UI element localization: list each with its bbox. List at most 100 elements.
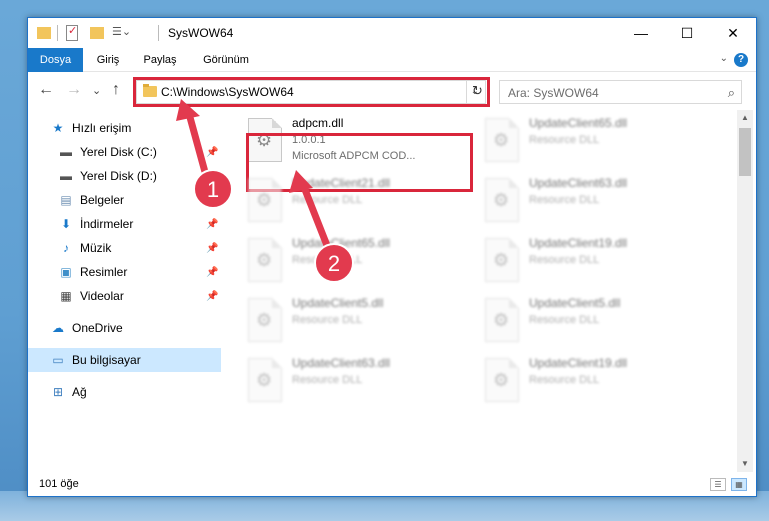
file-name: UpdateClient63.dll [529, 176, 628, 190]
pin-icon[interactable]: 📌 [206, 267, 218, 278]
sidebar-item-downloads[interactable]: ⬇ İndirmeler 📌 [28, 212, 221, 236]
properties-icon[interactable]: ✓ [66, 25, 78, 41]
file-name: UpdateClient21.dll [292, 176, 391, 190]
gear-icon: ⚙ [256, 250, 273, 270]
sidebar-item-network[interactable]: ⊞ Ağ [28, 380, 221, 404]
file-description: Resource DLL [529, 254, 600, 266]
file-name: UpdateClient19.dll [529, 236, 628, 250]
scroll-up-icon[interactable]: ▲ [737, 110, 753, 126]
pin-icon[interactable]: 📌 [206, 147, 218, 158]
search-input[interactable]: Ara: SysWOW64 [508, 86, 599, 100]
gear-icon: ⚙ [493, 370, 510, 390]
address-highlight [133, 77, 490, 107]
gear-icon: ⚙ [256, 190, 273, 210]
sidebar-item-label: Resimler [80, 265, 128, 279]
gear-icon: ⚙ [493, 130, 510, 150]
pin-icon[interactable]: 📌 [206, 219, 218, 230]
pictures-icon: ▣ [60, 265, 72, 279]
file-description: Resource DLL [529, 134, 600, 146]
forward-button[interactable]: → [66, 82, 82, 98]
file-description: Resource DLL [292, 314, 363, 326]
gear-icon: ⚙ [493, 310, 510, 330]
sidebar-item-label: Bu bilgisayar [72, 353, 141, 367]
gear-icon: ⚙ [493, 190, 510, 210]
ribbon-expand-icon[interactable]: ⌄ [720, 53, 728, 64]
pin-icon[interactable]: 📌 [206, 243, 218, 254]
item-count: 101 öğe [39, 478, 79, 490]
file-name: UpdateClient65.dll [292, 236, 391, 250]
gear-icon: ⚙ [256, 370, 273, 390]
file-name: UpdateClient19.dll [529, 356, 628, 370]
sidebar-item-label: Ağ [72, 385, 87, 399]
minimize-button[interactable]: — [618, 18, 664, 48]
tab-paylas[interactable]: Paylaş [134, 48, 186, 72]
up-button[interactable]: ↑ [112, 82, 120, 98]
computer-icon: ▭ [52, 353, 64, 367]
close-button[interactable]: ✕ [710, 18, 756, 48]
file-explorer-window: ✓ ☰⌄ SysWOW64 — ☐ ✕ Dosya Giriş Paylaş G… [27, 17, 757, 497]
file-name: UpdateClient5.dll [529, 296, 621, 310]
sidebar-item-disk-d[interactable]: ▬ Yerel Disk (D:) 📌 [28, 164, 221, 188]
tab-dosya[interactable]: Dosya [28, 48, 83, 72]
sidebar-item-pictures[interactable]: ▣ Resimler 📌 [28, 260, 221, 284]
file-item[interactable]: ⚙ UpdateClient65.dll Resource DLL [242, 234, 474, 290]
vertical-scrollbar[interactable]: ▲ ▼ [737, 110, 753, 472]
sidebar-item-label: OneDrive [72, 321, 123, 335]
customize-toolbar-icon[interactable]: ☰⌄ [112, 25, 138, 41]
network-icon: ⊞ [52, 385, 64, 399]
sidebar-item-quick-access[interactable]: ★ Hızlı erişim [28, 116, 221, 140]
file-item[interactable]: ⚙ UpdateClient19.dll Resource DLL [479, 234, 711, 290]
dll-file-icon: ⚙ [485, 298, 519, 342]
pin-icon[interactable]: 📌 [206, 195, 218, 206]
sidebar-item-videos[interactable]: ▦ Videolar 📌 [28, 284, 221, 308]
video-icon: ▦ [60, 289, 72, 303]
navigation-bar: ← → ⌄ ↑ C:\Windows\SysWOW64 ⌄ ↻ Ara: Sys… [28, 74, 756, 108]
help-icon[interactable]: ? [734, 53, 748, 67]
sidebar-item-label: İndirmeler [80, 217, 134, 231]
file-description: Resource DLL [292, 194, 363, 206]
sidebar-item-label: Videolar [80, 289, 124, 303]
large-icons-view-icon[interactable]: ▦ [731, 478, 747, 491]
navigation-pane: ★ Hızlı erişim ▬ Yerel Disk (C:) 📌 ▬ Yer… [28, 110, 223, 470]
dll-file-icon: ⚙ [248, 298, 282, 342]
file-item[interactable]: ⚙ UpdateClient63.dll Resource DLL [479, 174, 711, 230]
back-button[interactable]: ← [38, 82, 54, 98]
gear-icon: ⚙ [493, 250, 510, 270]
file-item[interactable]: ⚙ UpdateClient5.dll Resource DLL [242, 294, 474, 350]
scroll-thumb[interactable] [739, 128, 751, 176]
pin-icon[interactable]: 📌 [206, 171, 218, 182]
file-item[interactable]: ⚙ UpdateClient65.dll Resource DLL [479, 114, 711, 170]
pin-icon[interactable]: 📌 [206, 291, 218, 302]
window-title: SysWOW64 [168, 26, 234, 40]
divider [158, 25, 159, 41]
sidebar-item-onedrive[interactable]: ☁ OneDrive [28, 316, 221, 340]
status-bar: 101 öğe ☰ ▦ [28, 474, 756, 496]
sidebar-item-music[interactable]: ♪ Müzik 📌 [28, 236, 221, 260]
scroll-down-icon[interactable]: ▼ [737, 456, 753, 472]
details-view-icon[interactable]: ☰ [710, 478, 726, 491]
search-box[interactable]: Ara: SysWOW64 ⌕ [499, 80, 742, 104]
tab-giris[interactable]: Giriş [86, 48, 130, 72]
sidebar-item-this-pc[interactable]: ▭ Bu bilgisayar [28, 348, 221, 372]
file-description: Resource DLL [529, 374, 600, 386]
file-item[interactable]: ⚙ UpdateClient63.dll Resource DLL [242, 354, 474, 410]
drive-icon: ▬ [60, 169, 72, 183]
file-description: Resource DLL [529, 194, 600, 206]
search-icon[interactable]: ⌕ [728, 85, 735, 101]
maximize-button[interactable]: ☐ [664, 18, 710, 48]
sidebar-item-label: Yerel Disk (C:) [80, 145, 157, 159]
file-item[interactable]: ⚙ UpdateClient21.dll Resource DLL [242, 174, 474, 230]
recent-locations-button[interactable]: ⌄ [92, 83, 101, 99]
sidebar-item-documents[interactable]: ▤ Belgeler 📌 [28, 188, 221, 212]
file-name: adpcm.dll [292, 116, 344, 130]
sidebar-item-disk-c[interactable]: ▬ Yerel Disk (C:) 📌 [28, 140, 221, 164]
sidebar-item-label: Hızlı erişim [72, 121, 132, 135]
tab-gorunum[interactable]: Görünüm [192, 48, 260, 72]
download-icon: ⬇ [60, 217, 72, 231]
new-folder-icon[interactable] [90, 27, 104, 39]
file-name: UpdateClient5.dll [292, 296, 384, 310]
sidebar-item-label: Belgeler [80, 193, 125, 207]
file-item[interactable]: ⚙ UpdateClient5.dll Resource DLL [479, 294, 711, 350]
dll-file-icon: ⚙ [248, 178, 282, 222]
file-item[interactable]: ⚙ UpdateClient19.dll Resource DLL [479, 354, 711, 410]
